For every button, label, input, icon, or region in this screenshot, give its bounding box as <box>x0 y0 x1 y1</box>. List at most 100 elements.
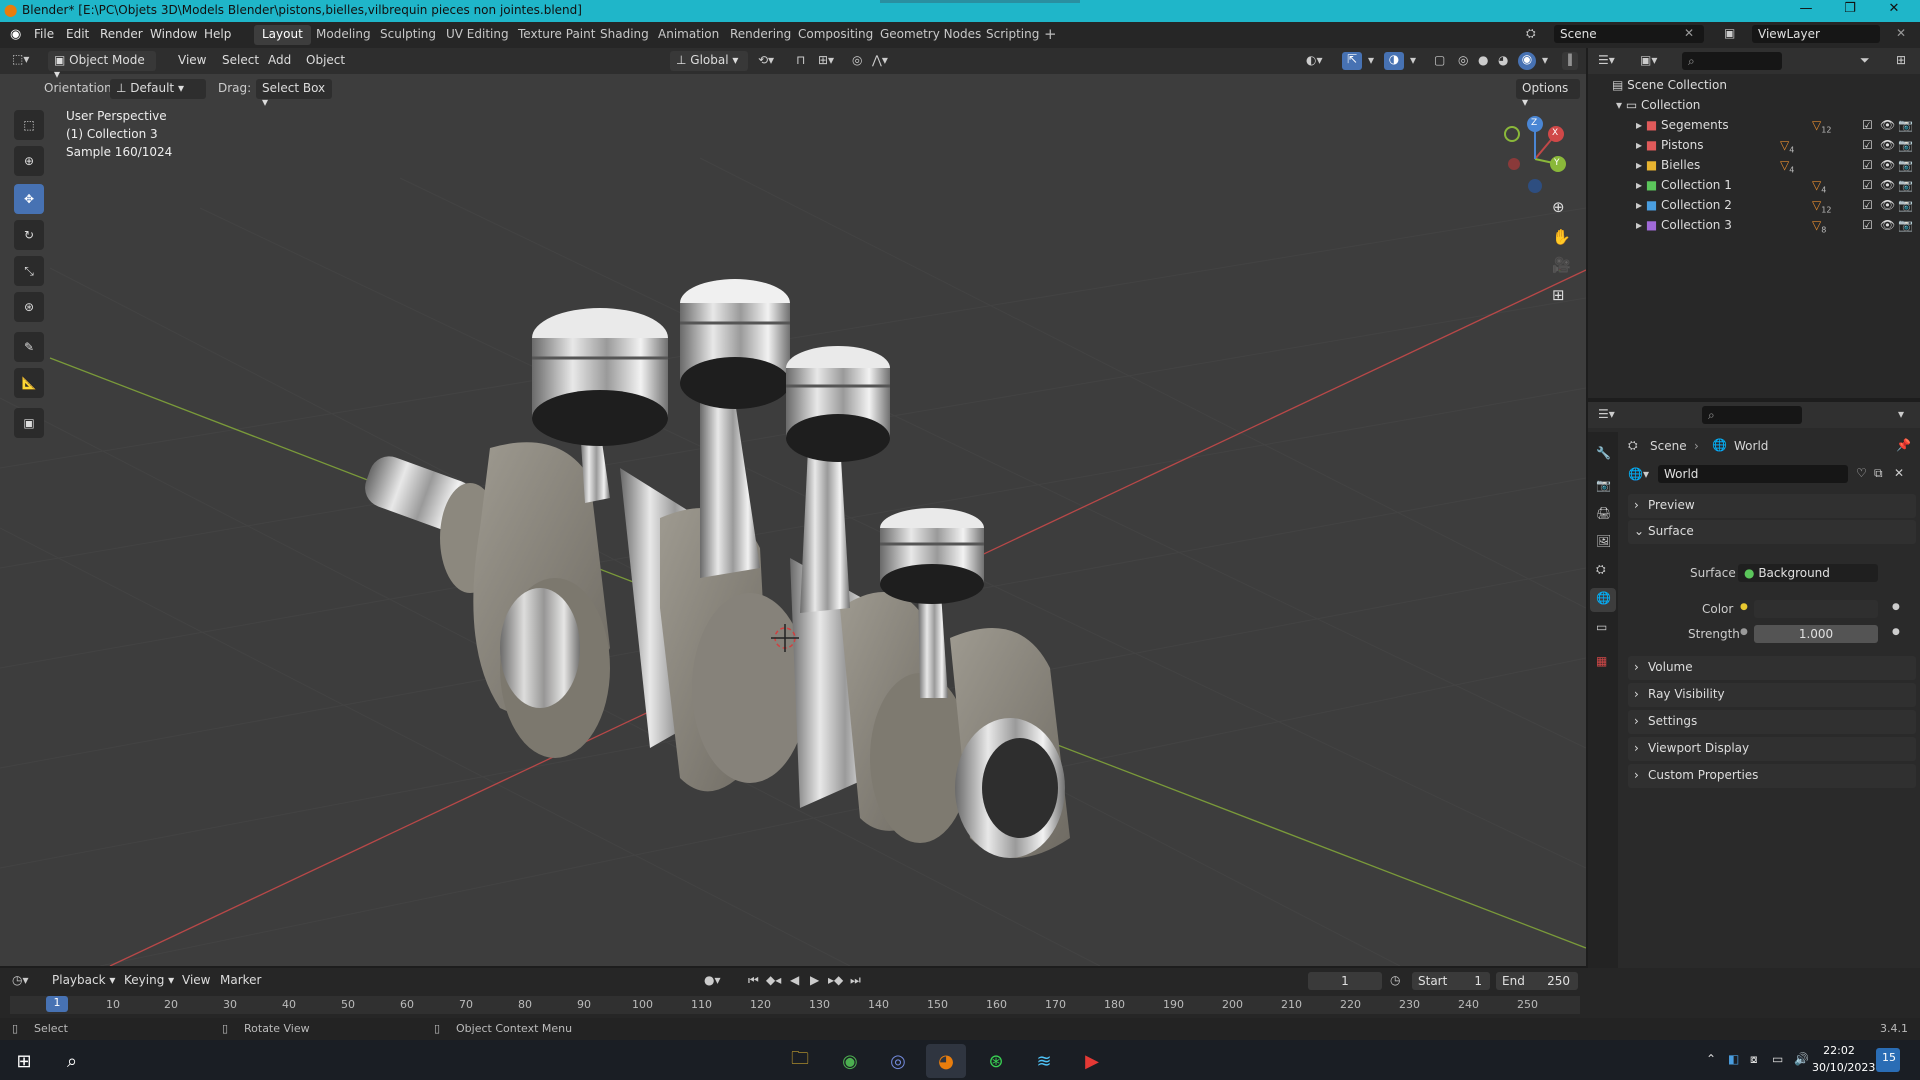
menu-window[interactable]: Window <box>150 27 197 41</box>
include-checkbox[interactable]: ☑ <box>1862 118 1873 132</box>
eye-icon[interactable]: 👁 <box>1880 118 1895 132</box>
cursor-tool[interactable]: ⊕ <box>14 146 44 176</box>
outliner-search-input[interactable]: ⌕ <box>1682 52 1782 70</box>
section-surface[interactable]: ⌄ Surface <box>1628 520 1916 544</box>
zoom-icon[interactable]: ⊕ <box>1552 198 1565 216</box>
pan-hand-icon[interactable]: ✋ <box>1552 228 1571 246</box>
keyframe-dot-icon[interactable]: ● <box>1892 602 1900 612</box>
scale-tool[interactable]: ⤡ <box>14 256 44 286</box>
world-datablock-icon[interactable]: 🌐▾ <box>1628 467 1649 481</box>
annotate-tool[interactable]: ✎ <box>14 332 44 362</box>
scene-collection-row[interactable]: ▤ Scene Collection <box>1612 78 1727 98</box>
blender-taskbar-icon[interactable]: ◕ <box>926 1044 966 1078</box>
strength-socket-icon[interactable]: ● <box>1740 627 1748 637</box>
discord-icon[interactable]: ◎ <box>878 1044 918 1078</box>
include-checkbox[interactable]: ☑ <box>1862 198 1873 212</box>
view-layer-tab-icon[interactable]: 🖼 <box>1596 534 1611 548</box>
pin-icon[interactable]: 📌 <box>1896 438 1911 452</box>
file-explorer-icon[interactable]: 🗀 <box>780 1044 820 1078</box>
camera-render-icon[interactable]: 📷 <box>1898 198 1913 212</box>
tab-compositing[interactable]: Compositing <box>790 25 881 45</box>
jump-end-icon[interactable]: ⏭ <box>850 973 861 988</box>
app-green-icon[interactable]: ⊛ <box>976 1044 1016 1078</box>
start-frame-input[interactable]: Start 1 <box>1412 972 1490 990</box>
playhead[interactable]: 1 <box>46 996 68 1012</box>
scene-close-icon[interactable]: ✕ <box>1684 26 1694 40</box>
outliner-item[interactable]: ▸ ■ Collection 3 ▽8 ☑ 👁 📷 <box>1636 218 1916 238</box>
section-settings[interactable]: › Settings <box>1628 710 1916 734</box>
eye-icon[interactable]: 👁 <box>1880 198 1895 212</box>
view-layer-selector[interactable]: ViewLayer <box>1752 25 1880 43</box>
next-keyframe-icon[interactable]: ▸◆ <box>828 973 843 987</box>
search-icon[interactable]: ⌕ <box>52 1044 92 1078</box>
eye-icon[interactable]: 👁 <box>1880 158 1895 172</box>
surface-shader-field[interactable]: ● Background <box>1738 564 1878 582</box>
new-collection-icon[interactable]: ⊞ <box>1896 53 1906 67</box>
tab-sculpting[interactable]: Sculpting <box>372 25 444 45</box>
eye-icon[interactable]: 👁 <box>1880 178 1895 192</box>
close-window-button[interactable]: ✕ <box>1874 1 1914 21</box>
scene-tab-icon[interactable]: ⛭ <box>1596 562 1606 577</box>
tab-scripting[interactable]: Scripting <box>978 25 1047 45</box>
section-viewport-display[interactable]: › Viewport Display <box>1628 737 1916 761</box>
camera-render-icon[interactable]: 📷 <box>1898 178 1913 192</box>
menu-marker[interactable]: Marker <box>214 971 267 991</box>
blender-menu-icon[interactable]: ◉ <box>10 27 21 42</box>
frame-ruler[interactable]: 1 10 20 30 40 50 60 70 80 90 100 110 120… <box>10 996 1580 1014</box>
expand-chevron-icon[interactable]: ▾ <box>1616 98 1622 112</box>
network-icon[interactable]: ▭ <box>1772 1052 1783 1066</box>
camera-render-icon[interactable]: 📷 <box>1898 118 1913 132</box>
tab-shading[interactable]: Shading <box>592 25 657 45</box>
include-checkbox[interactable]: ☑ <box>1862 158 1873 172</box>
section-volume[interactable]: › Volume <box>1628 656 1916 680</box>
output-tab-icon[interactable]: 🖨 <box>1596 506 1611 520</box>
add-cube-tool[interactable]: ▣ <box>14 408 44 438</box>
eye-icon[interactable]: 👁 <box>1880 218 1895 232</box>
tray-app-icon[interactable]: ◧ <box>1728 1052 1739 1066</box>
menu-help[interactable]: Help <box>204 27 231 41</box>
menu-edit[interactable]: Edit <box>66 27 89 41</box>
include-checkbox[interactable]: ☑ <box>1862 138 1873 152</box>
add-workspace-icon[interactable]: + <box>1044 25 1057 43</box>
outliner-item[interactable]: ▸ ■ Pistons ▽4 ☑ 👁 📷 <box>1636 138 1916 158</box>
chrome-icon[interactable]: ◉ <box>830 1044 870 1078</box>
outliner-item[interactable]: ▸ ■ Collection 1 ▽4 ☑ 👁 📷 <box>1636 178 1916 198</box>
menu-file[interactable]: File <box>34 27 54 41</box>
menu-playback[interactable]: Playback ▾ <box>46 971 121 991</box>
tab-geometry-nodes[interactable]: Geometry Nodes <box>872 25 989 45</box>
unlink-icon[interactable]: ✕ <box>1894 466 1904 480</box>
perspective-toggle-icon[interactable]: ⊞ <box>1552 286 1565 304</box>
section-preview[interactable]: › Preview <box>1628 494 1916 518</box>
color-swatch[interactable] <box>1754 600 1878 618</box>
world-tab-active[interactable]: 🌐 <box>1590 588 1616 612</box>
outliner-item[interactable]: ▸ ■ Collection 2 ▽12 ☑ 👁 📷 <box>1636 198 1916 218</box>
collection-tab-icon[interactable]: ▭ <box>1596 620 1607 634</box>
clock-date[interactable]: 30/10/2023 <box>1812 1061 1875 1074</box>
scene-selector[interactable]: Scene <box>1554 25 1704 43</box>
camera-render-icon[interactable]: 📷 <box>1898 218 1913 232</box>
camera-render-icon[interactable]: 📷 <box>1898 138 1913 152</box>
properties-options-icon[interactable]: ▾ <box>1898 407 1904 421</box>
section-ray-visibility[interactable]: › Ray Visibility <box>1628 683 1916 707</box>
play-reverse-icon[interactable]: ◀ <box>790 973 799 987</box>
app-wave-icon[interactable]: ≋ <box>1024 1044 1064 1078</box>
windows-start-icon[interactable]: ⊞ <box>4 1044 44 1078</box>
tool-tab-icon[interactable]: 🔧 <box>1596 446 1611 460</box>
tab-rendering[interactable]: Rendering <box>722 25 799 45</box>
keyframe-dot-icon[interactable]: ● <box>1892 627 1900 637</box>
menu-render[interactable]: Render <box>100 27 143 41</box>
include-checkbox[interactable]: ☑ <box>1862 218 1873 232</box>
tab-animation[interactable]: Animation <box>650 25 727 45</box>
measure-tool[interactable]: 📐 <box>14 368 44 398</box>
collection-row[interactable]: ▾ ▭ Collection <box>1616 98 1700 118</box>
display-mode-icon[interactable]: ▣▾ <box>1640 53 1657 67</box>
camera-view-icon[interactable]: 🎥 <box>1552 256 1571 274</box>
outliner-editor-icon[interactable]: ☰▾ <box>1598 53 1615 67</box>
clock-time[interactable]: 22:02 <box>1814 1044 1864 1057</box>
notification-center-icon[interactable]: 15 <box>1876 1048 1900 1072</box>
jump-start-icon[interactable]: ⏮ <box>748 973 759 988</box>
tab-layout[interactable]: Layout <box>254 25 311 45</box>
3d-viewport[interactable]: ⬚▾ ▣ Object Mode ▾ View Select Add Objec… <box>0 48 1586 966</box>
end-frame-input[interactable]: End 250 <box>1496 972 1578 990</box>
transform-tool[interactable]: ⊛ <box>14 292 44 322</box>
